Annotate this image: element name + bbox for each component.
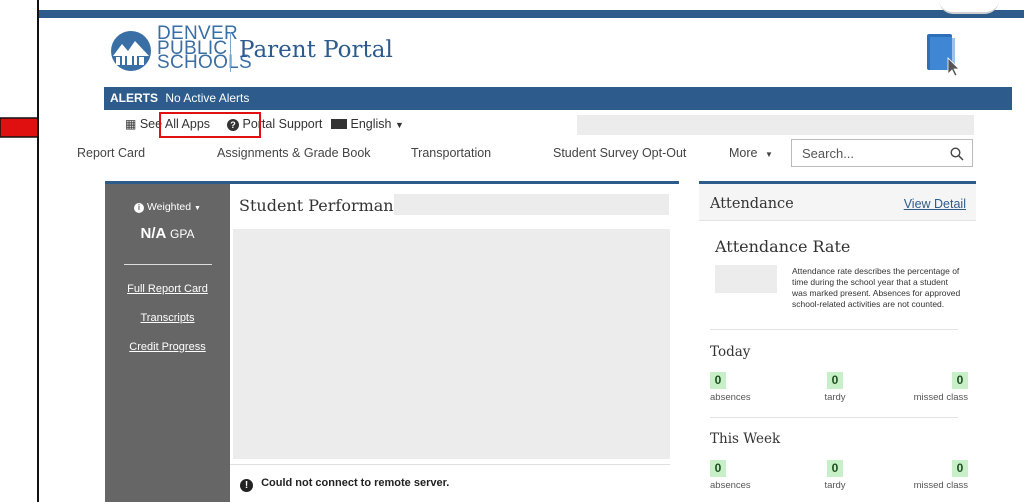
today-tardy-count: 0 (827, 372, 843, 389)
gpa-panel: i Weighted ▼ N/A GPA Full Report Card Tr… (105, 181, 230, 502)
performance-title-text: Student Performance (239, 196, 413, 215)
nav-transportation[interactable]: Transportation (411, 140, 491, 168)
today-missed-count: 0 (952, 372, 968, 389)
weighted-label: Weighted (146, 201, 192, 213)
section-divider (710, 417, 958, 418)
today-tardy-label: tardy (824, 392, 846, 403)
nav-more-dropdown[interactable]: More ▼ (729, 140, 773, 168)
full-report-card-link[interactable]: Full Report Card (105, 283, 230, 295)
week-missed-label: missed class (913, 480, 968, 491)
top-circle (939, 0, 999, 14)
week-tardy-label: tardy (824, 480, 846, 491)
today-title: Today (710, 344, 751, 360)
error-message: ! Could not connect to remote server. (230, 464, 670, 500)
search-input[interactable]: Search... (791, 139, 973, 167)
week-absences-count: 0 (710, 460, 726, 477)
credit-progress-link[interactable]: Credit Progress (105, 341, 230, 353)
alerts-label: ALERTS (110, 91, 158, 105)
today-absences-label: absences (710, 392, 751, 403)
search-icon[interactable] (950, 147, 964, 161)
annotation-highlight-box (159, 112, 261, 138)
performance-chart-area (233, 229, 670, 459)
student-performance-panel: Student Performance | ! Could not connec… (230, 181, 679, 502)
attendance-rate-value (715, 265, 777, 293)
page-title: Parent Portal (239, 37, 393, 63)
browser-page: DENVER PUBLIC SCHOOLS Parent Portal ALER… (37, 0, 1024, 502)
week-absences: 0 absences (710, 460, 780, 491)
attendance-rate-description: Attendance rate describes the percentage… (792, 266, 961, 309)
nav-student-survey-opt-out[interactable]: Student Survey Opt-Out (553, 140, 686, 168)
caret-down-icon: ▼ (194, 205, 201, 212)
section-divider (710, 329, 958, 330)
week-tardy-count: 0 (827, 460, 843, 477)
book-icon[interactable] (924, 32, 964, 78)
attendance-panel: Attendance View Detail Attendance Rate A… (699, 181, 976, 502)
attendance-rate-title: Attendance Rate (715, 237, 851, 256)
grid-icon: ▦ (125, 117, 137, 131)
this-week-title: This Week (710, 431, 781, 447)
today-absences: 0 absences (710, 372, 780, 403)
translate-icon (331, 119, 347, 129)
nav-more-label: More (729, 146, 758, 160)
attendance-title: Attendance (710, 196, 794, 212)
alerts-bar: ALERTS No Active Alerts (104, 87, 1012, 110)
dps-logo-icon (111, 31, 151, 71)
today-absences-count: 0 (710, 372, 726, 389)
dps-logo-text: DENVER PUBLIC SCHOOLS (157, 23, 253, 73)
language-dropdown[interactable]: English ▼ (331, 112, 404, 136)
today-tardy: 0 tardy (815, 372, 855, 403)
today-missed-label: missed class (913, 392, 968, 403)
alert-icon: ! (240, 479, 253, 492)
error-text: Could not connect to remote server. (261, 477, 450, 489)
gpa-label: GPA (170, 227, 195, 241)
top-bar (39, 10, 1024, 18)
nav-report-card[interactable]: Report Card (77, 140, 145, 168)
caret-down-icon: ▼ (764, 150, 773, 159)
panel-divider (123, 264, 212, 265)
toolbar-blank-field (577, 115, 974, 135)
week-tardy: 0 tardy (815, 460, 855, 491)
performance-selector (394, 194, 669, 215)
week-missed: 0 missed class (898, 460, 968, 491)
caret-down-icon: ▼ (394, 120, 404, 130)
view-detail-link[interactable]: View Detail (904, 197, 966, 211)
logo-divider (230, 32, 231, 72)
week-absences-label: absences (710, 480, 751, 491)
gpa-display: N/A GPA (105, 225, 230, 242)
language-label: English (350, 117, 392, 131)
info-icon: i (134, 203, 145, 213)
alerts-message: No Active Alerts (165, 91, 250, 105)
nav-assignments-grade-book[interactable]: Assignments & Grade Book (217, 140, 371, 168)
attendance-header: Attendance View Detail (699, 184, 976, 221)
weighted-dropdown[interactable]: i Weighted ▼ (105, 201, 230, 213)
transcripts-link[interactable]: Transcripts (105, 312, 230, 324)
today-missed: 0 missed class (898, 372, 968, 403)
search-placeholder: Search... (802, 146, 855, 161)
gpa-value: N/A (140, 225, 166, 242)
week-missed-count: 0 (952, 460, 968, 477)
